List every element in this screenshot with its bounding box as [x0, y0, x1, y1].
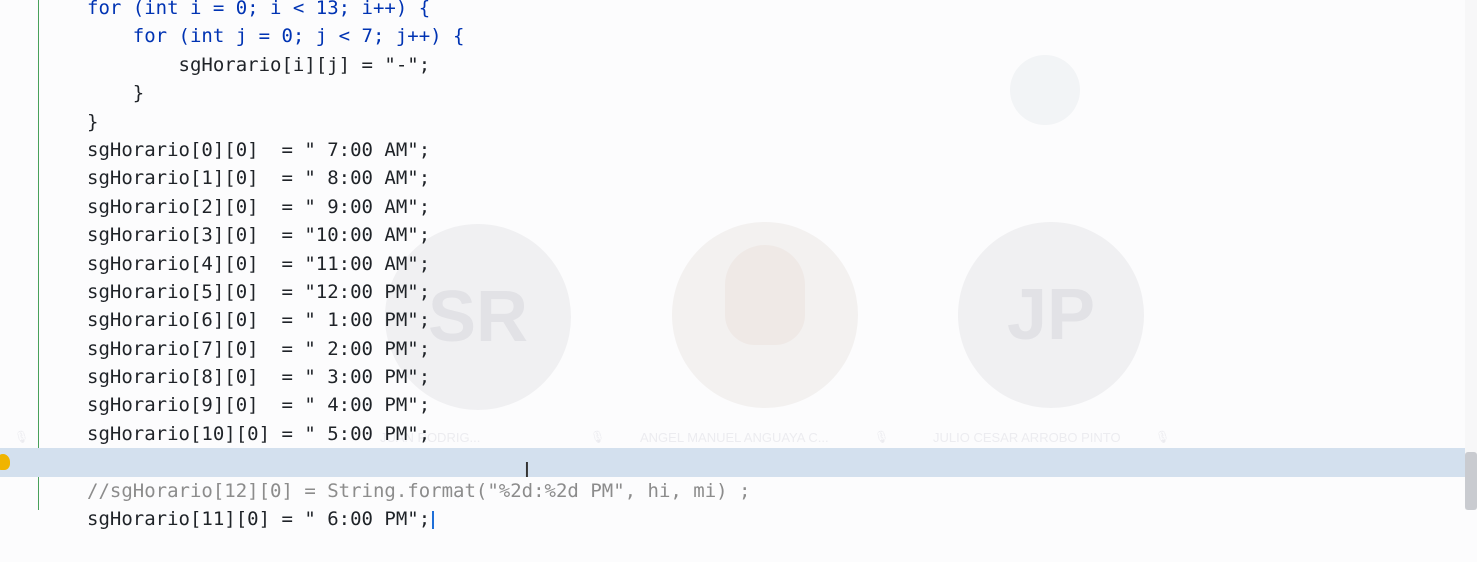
code-text: sgHorario[10][0] = " 5:00 PM";	[87, 422, 431, 445]
code-line[interactable]: sgHorario[1][0] = " 8:00 AM";	[0, 164, 1477, 192]
code-text: sgHorario[2][0] = " 9:00 AM";	[87, 195, 431, 218]
code-line[interactable]: sgHorario[7][0] = " 2:00 PM";	[0, 335, 1477, 363]
code-text: sgHorario[1][0] = " 8:00 AM";	[87, 167, 431, 190]
code-line[interactable]: sgHorario[9][0] = " 4:00 PM";	[0, 391, 1477, 419]
code-line[interactable]: sgHorario[10][0] = " 5:00 PM";	[0, 420, 1477, 448]
code-text: sgHorario[i][j] = "-";	[87, 53, 431, 76]
code-line[interactable]: }	[0, 108, 1477, 136]
code-line-current[interactable]: sgHorario[11][0] = " 6:00 PM";	[0, 448, 1477, 530]
code-text: for (int j = 0; j < 7; j++) {	[87, 25, 465, 48]
code-line[interactable]: sgHorario[4][0] = "11:00 AM";	[0, 250, 1477, 278]
code-text: for (int i = 0; i < 13; i++) {	[87, 0, 431, 19]
code-text: sgHorario[6][0] = " 1:00 PM";	[87, 309, 431, 332]
ibeam-cursor-icon: I	[524, 458, 530, 482]
code-text: sgHorario[5][0] = "12:00 PM";	[87, 280, 431, 303]
code-line[interactable]: sgHorario[8][0] = " 3:00 PM";	[0, 363, 1477, 391]
code-line[interactable]: sgHorario[2][0] = " 9:00 AM";	[0, 193, 1477, 221]
code-text: sgHorario[7][0] = " 2:00 PM";	[87, 337, 431, 360]
code-text: sgHorario[9][0] = " 4:00 PM";	[87, 394, 431, 417]
code-line[interactable]: for (int j = 0; j < 7; j++) {	[0, 22, 1477, 50]
code-comment: //sgHorario[12][0] = String.format("%2d:…	[87, 479, 751, 502]
code-line[interactable]: for (int i = 0; i < 13; i++) {	[0, 0, 1477, 22]
code-text: sgHorario[3][0] = "10:00 AM";	[87, 224, 431, 247]
code-text-wrap: sgHorario[11][0] = " 6:00 PM";	[87, 505, 435, 533]
code-text: sgHorario[11][0] = " 6:00 PM";	[87, 508, 431, 531]
code-text: }	[87, 110, 99, 133]
code-line[interactable]: sgHorario[0][0] = " 7:00 AM";	[0, 136, 1477, 164]
scrollbar-thumb[interactable]	[1465, 452, 1477, 510]
code-text: sgHorario[8][0] = " 3:00 PM";	[87, 366, 431, 389]
code-line[interactable]: //sgHorario[12][0] = String.format("%2d:…	[0, 477, 1477, 505]
code-editor[interactable]: for (int i = 0; i < 13; i++) { for (int …	[0, 0, 1477, 530]
lightbulb-icon[interactable]	[0, 454, 10, 471]
code-text: sgHorario[0][0] = " 7:00 AM";	[87, 138, 431, 161]
code-line[interactable]: sgHorario[i][j] = "-";	[0, 51, 1477, 79]
code-text: }	[87, 82, 145, 105]
code-line[interactable]: sgHorario[6][0] = " 1:00 PM";	[0, 306, 1477, 334]
code-text: sgHorario[4][0] = "11:00 AM";	[87, 252, 431, 275]
code-line[interactable]: }	[0, 79, 1477, 107]
scrollbar[interactable]	[1465, 0, 1477, 510]
text-caret	[432, 510, 435, 529]
code-line[interactable]: sgHorario[3][0] = "10:00 AM";	[0, 221, 1477, 249]
code-line[interactable]: sgHorario[5][0] = "12:00 PM";	[0, 278, 1477, 306]
